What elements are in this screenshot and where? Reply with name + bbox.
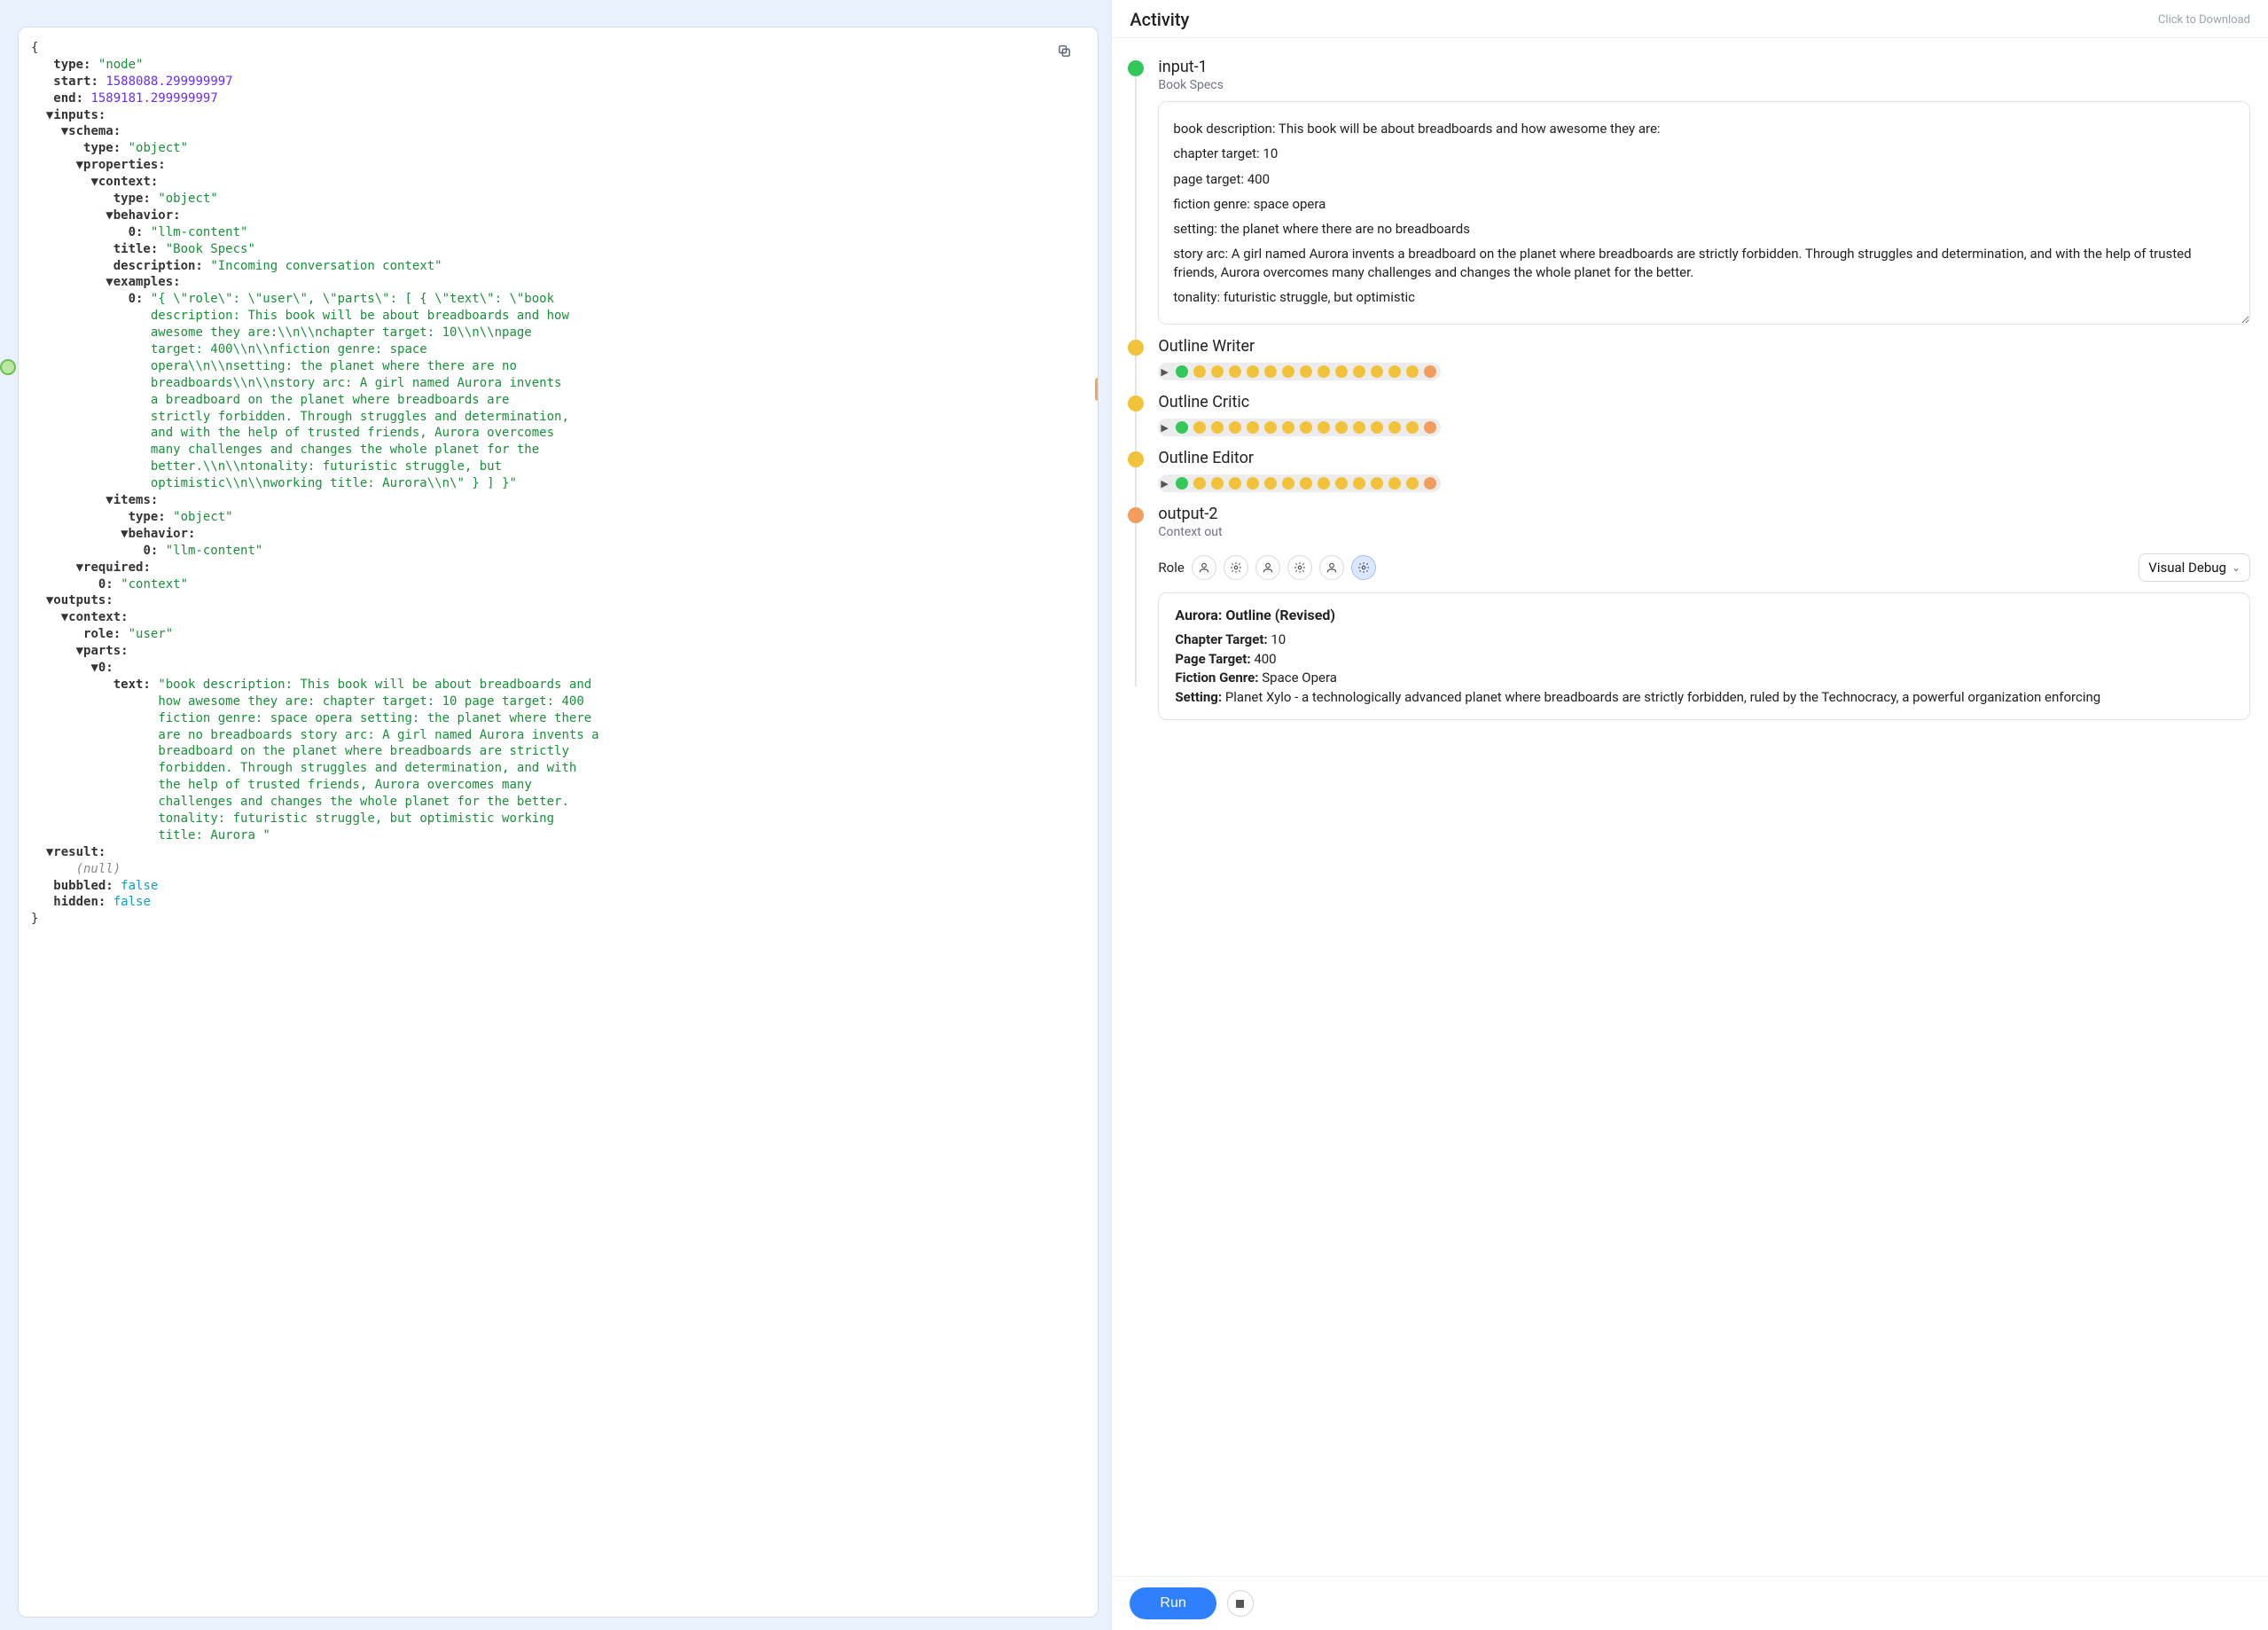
json-scroll[interactable]: { type: "node" start: 1588088.299999997 … xyxy=(24,33,1080,1611)
doc-setting: Setting: Planet Xylo - a technologically… xyxy=(1175,688,2233,707)
step-output: output-2 Context out Role Visual Debug ⌄ xyxy=(1128,505,2250,720)
doc-page-target: Page Target: 400 xyxy=(1175,650,2233,669)
step-subtitle-input: Book Specs xyxy=(1158,78,2250,92)
step-outline-editor: Outline Editor ▶ xyxy=(1128,449,2250,492)
role-row: Role Visual Debug ⌄ xyxy=(1158,553,2250,582)
activity-timeline: input-1 Book Specs book description: Thi… xyxy=(1128,58,2250,720)
person-icon xyxy=(1198,561,1210,574)
gear-icon xyxy=(1230,561,1242,574)
person-icon xyxy=(1262,561,1274,574)
step-title-writer: Outline Writer xyxy=(1158,337,2250,356)
run-button[interactable]: Run xyxy=(1130,1587,1216,1619)
step-dot-writer xyxy=(1128,340,1144,356)
progress-writer[interactable]: ▶ xyxy=(1158,363,1440,380)
step-dot-input xyxy=(1128,60,1144,76)
json-card: { type: "node" start: 1588088.299999997 … xyxy=(18,27,1099,1618)
step-title-output: output-2 xyxy=(1158,505,2250,523)
activity-header: Activity Click to Download xyxy=(1112,0,2268,38)
chevron-down-icon: ⌄ xyxy=(2232,561,2241,574)
activity-title: Activity xyxy=(1130,9,1189,30)
role-model-button-2[interactable] xyxy=(1287,555,1312,580)
stop-icon xyxy=(1236,1600,1244,1608)
step-outline-writer: Outline Writer ▶ xyxy=(1128,337,2250,380)
activity-panel: Activity Click to Download input-1 Book … xyxy=(1111,0,2268,1630)
gear-icon xyxy=(1357,561,1370,574)
step-input: input-1 Book Specs book description: Thi… xyxy=(1128,58,2250,325)
visual-debug-select[interactable]: Visual Debug ⌄ xyxy=(2139,553,2250,582)
role-label: Role xyxy=(1158,560,1184,576)
doc-chapter-target: Chapter Target: 10 xyxy=(1175,631,2233,649)
role-user-button-2[interactable] xyxy=(1255,555,1280,580)
stop-button[interactable] xyxy=(1227,1590,1254,1617)
step-dot-critic xyxy=(1128,396,1144,411)
doc-genre: Fiction Genre: Space Opera xyxy=(1175,669,2233,687)
caret-icon: ▶ xyxy=(1161,366,1168,378)
run-bar: Run xyxy=(1112,1576,2268,1630)
json-tree: { type: "node" start: 1588088.299999997 … xyxy=(24,33,1080,940)
activity-body[interactable]: input-1 Book Specs book description: Thi… xyxy=(1112,38,2268,1576)
graph-port-bar xyxy=(1095,378,1099,401)
json-inspector-panel: { type: "node" start: 1588088.299999997 … xyxy=(0,0,1111,1630)
role-model-button-3[interactable] xyxy=(1351,555,1376,580)
spec-line: story arc: A girl named Aurora invents a… xyxy=(1173,245,2235,281)
spec-line: page target: 400 xyxy=(1173,170,2235,188)
progress-critic[interactable]: ▶ xyxy=(1158,419,1440,436)
spec-line: fiction genre: space opera xyxy=(1173,195,2235,213)
step-title-input: input-1 xyxy=(1158,58,2250,76)
caret-icon: ▶ xyxy=(1161,422,1168,434)
spec-line: book description: This book will be abou… xyxy=(1173,120,2235,137)
role-user-button[interactable] xyxy=(1192,555,1216,580)
spec-line: tonality: futuristic struggle, but optim… xyxy=(1173,288,2235,306)
visual-debug-label: Visual Debug xyxy=(2148,560,2226,576)
step-dot-editor xyxy=(1128,451,1144,467)
download-link[interactable]: Click to Download xyxy=(2158,13,2250,27)
spec-line: chapter target: 10 xyxy=(1173,145,2235,162)
person-icon xyxy=(1326,561,1338,574)
step-title-critic: Outline Critic xyxy=(1158,393,2250,411)
step-dot-output xyxy=(1128,507,1144,523)
progress-editor[interactable]: ▶ xyxy=(1158,474,1440,492)
role-user-button-3[interactable] xyxy=(1319,555,1344,580)
gear-icon xyxy=(1294,561,1306,574)
graph-port-dot xyxy=(0,359,16,375)
role-model-button[interactable] xyxy=(1224,555,1248,580)
doc-title: Aurora: Outline (Revised) xyxy=(1175,606,2233,625)
output-doc-box[interactable]: Aurora: Outline (Revised) Chapter Target… xyxy=(1158,592,2250,720)
step-subtitle-output: Context out xyxy=(1158,525,2250,539)
caret-icon: ▶ xyxy=(1161,478,1168,490)
step-title-editor: Outline Editor xyxy=(1158,449,2250,467)
book-specs-box[interactable]: book description: This book will be abou… xyxy=(1158,101,2250,325)
spec-line: setting: the planet where there are no b… xyxy=(1173,220,2235,238)
step-outline-critic: Outline Critic ▶ xyxy=(1128,393,2250,436)
